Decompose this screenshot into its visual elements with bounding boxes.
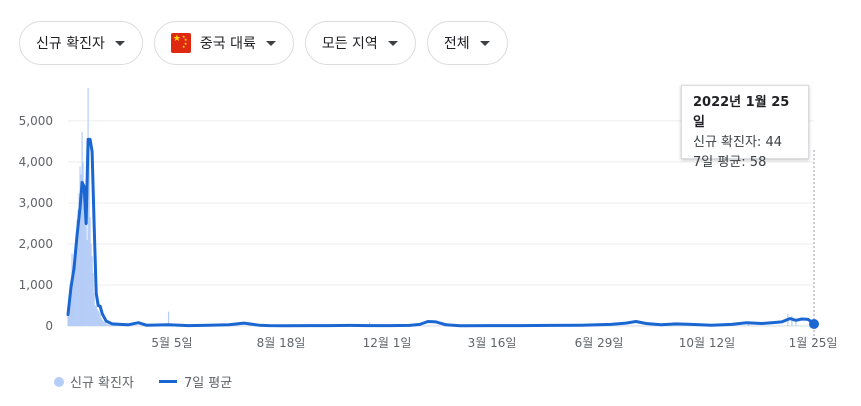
legend-line-label: 7일 평균 bbox=[183, 376, 233, 391]
x-tick-label: 3월 16일 bbox=[468, 336, 517, 350]
chart-legend: 신규 확진자 7일 평균 bbox=[54, 372, 232, 391]
y-tick-label: 4,000 bbox=[19, 155, 53, 169]
line-legend-swatch bbox=[158, 380, 177, 383]
x-tick-label: 1월 25일 bbox=[789, 336, 838, 350]
y-tick-label: 2,000 bbox=[19, 237, 53, 251]
legend-bars-label: 신규 확진자 bbox=[70, 376, 134, 391]
tooltip-average: 7일 평균: 58 bbox=[693, 155, 767, 170]
x-tick-label: 12월 1일 bbox=[363, 336, 412, 350]
y-tick-label: 5,000 bbox=[19, 114, 53, 128]
hover-point bbox=[809, 319, 819, 329]
bars-legend-dot bbox=[54, 376, 64, 387]
chart-tooltip: 2022년 1월 25일 신규 확진자: 44 7일 평균: 58 bbox=[681, 85, 809, 170]
y-tick-label: 1,000 bbox=[19, 278, 53, 292]
y-axis-labels: 0 1,000 2,000 3,000 4,000 5,000 bbox=[19, 114, 53, 333]
x-tick-label: 8월 18일 bbox=[257, 336, 306, 350]
x-axis-labels: 5월 5일 8월 18일 12월 1일 3월 16일 6월 29일 10월 12일 1월 2… bbox=[151, 336, 837, 350]
x-tick-label: 10월 12일 bbox=[679, 336, 735, 350]
tooltip-date: 2022년 1월 25일 bbox=[693, 95, 790, 130]
x-tick-label: 6월 29일 bbox=[575, 336, 624, 350]
x-tick-label: 5월 5일 bbox=[151, 336, 192, 350]
cases-chart[interactable]: 0 1,000 2,000 3,000 4,000 5,000 5월 5일 8월 18일 12… bbox=[0, 0, 861, 406]
tooltip-new-cases: 신규 확진자: 44 bbox=[693, 135, 782, 150]
y-tick-label: 0 bbox=[45, 319, 53, 333]
y-tick-label: 3,000 bbox=[19, 196, 53, 210]
daily-case-bar bbox=[791, 315, 793, 326]
daily-case-bar bbox=[748, 324, 750, 326]
